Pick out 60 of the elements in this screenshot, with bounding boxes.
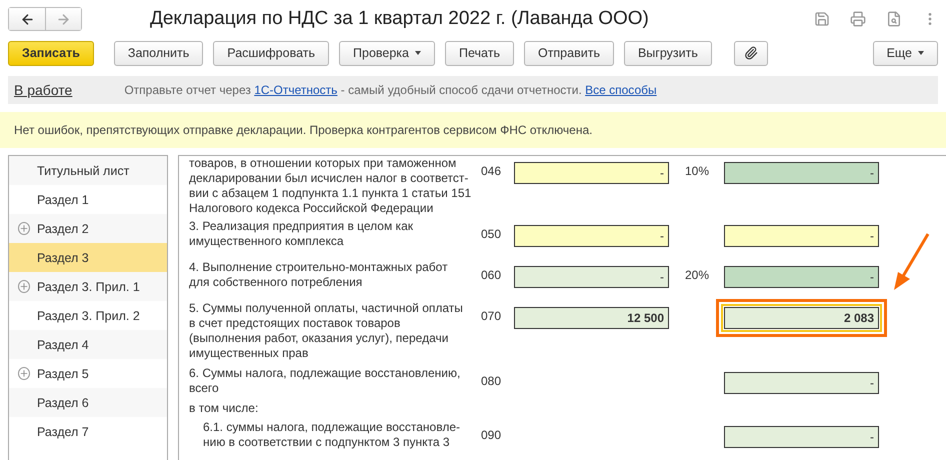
section-item[interactable]: Раздел 6 xyxy=(9,388,167,417)
amount-field[interactable]: - xyxy=(724,225,879,247)
row-label: 5. Суммы полученной оплаты, частичной оплаты в счет предстоящих поставок товаров (выполнения работ, оказания услуг), передачи имущественных прав xyxy=(189,301,464,361)
section-item[interactable]: Раздел 5 xyxy=(9,359,167,388)
section-item[interactable]: Раздел 7 xyxy=(9,417,167,446)
toolbar-button[interactable]: Отправить xyxy=(524,40,614,66)
info-message: Отправьте отчет через 1С-Отчетность - самый удобный способ сдачи отчетности. Все способы xyxy=(124,83,657,97)
info-link[interactable]: Все способы xyxy=(585,83,657,97)
section-item[interactable]: Титульный лист xyxy=(9,156,167,185)
arrow-right-icon xyxy=(56,12,71,26)
back-button[interactable] xyxy=(9,8,45,30)
info-link[interactable]: 1С-Отчетность xyxy=(254,83,338,97)
section-item[interactable]: Раздел 3 xyxy=(9,243,167,272)
toolbar-button[interactable]: Проверка xyxy=(339,40,436,66)
section-item[interactable]: Раздел 1 xyxy=(9,185,167,214)
amount-field[interactable]: - xyxy=(514,266,669,288)
paperclip-icon xyxy=(744,46,758,60)
line-code: 060 xyxy=(481,268,502,282)
pointer-arrow xyxy=(892,232,932,292)
status-link[interactable]: В работе xyxy=(14,82,72,98)
toolbar-button[interactable]: Печать xyxy=(445,40,514,66)
line-code: 070 xyxy=(481,309,502,323)
amount-field[interactable]: - xyxy=(724,266,879,288)
expand-icon[interactable] xyxy=(18,367,30,380)
print-icon[interactable] xyxy=(850,11,866,27)
tax-rate: 10% xyxy=(685,164,710,178)
toolbar-button[interactable]: Заполнить xyxy=(114,40,204,66)
preview-icon[interactable] xyxy=(886,11,902,27)
row-label: товаров, в отношении которых при таможенном декларировании был исчислен налог в соответст- вии с абзацем 1 подпункта 1.1 пункта 1 статьи 151 Налогового кодекса Российской Федерации xyxy=(189,156,472,216)
notice-text: Нет ошибок, препятствующих отправке декларации. Проверка контрагентов сервисом ФНС отключена. xyxy=(0,112,946,148)
line-code: 046 xyxy=(481,164,502,178)
section-item[interactable]: Раздел 4 xyxy=(9,330,167,359)
window-title: Декларация по НДС за 1 квартал 2022 г. (Лаванда ООО) xyxy=(150,8,650,30)
attach-button[interactable] xyxy=(734,40,768,66)
more-button[interactable]: Еще xyxy=(872,40,938,66)
expand-icon[interactable] xyxy=(18,222,30,235)
row-label: 6.1. суммы налога, подлежащие восстановле- нию в соответствии с подпунктом 3 пункта 3 xyxy=(202,420,461,450)
row-label: 4. Выполнение строительно-монтажных работ для собственного потребления xyxy=(189,260,449,290)
amount-field[interactable]: 12 500 xyxy=(514,307,669,329)
section-item[interactable]: Раздел 2 xyxy=(9,214,167,243)
line-code: 080 xyxy=(481,374,502,388)
section-item[interactable]: Раздел 3. Прил. 2 xyxy=(9,301,167,330)
line-code: 090 xyxy=(481,428,502,442)
save-icon[interactable] xyxy=(814,11,830,27)
amount-field[interactable]: 2 083 xyxy=(724,307,879,329)
tax-rate: 20% xyxy=(685,268,710,282)
toolbar-button[interactable]: Выгрузить xyxy=(624,40,712,66)
amount-field[interactable]: - xyxy=(724,426,879,448)
amount-field[interactable]: - xyxy=(514,225,669,247)
row-label: 3. Реализация предприятия в целом как имущественного комплекса xyxy=(189,219,414,249)
row-label: в том числе: xyxy=(189,401,260,416)
line-code: 050 xyxy=(481,227,502,241)
section-item[interactable]: Раздел 3. Прил. 1 xyxy=(9,272,167,301)
expand-icon[interactable] xyxy=(18,280,30,293)
amount-field[interactable]: - xyxy=(724,372,879,394)
amount-field[interactable]: - xyxy=(514,162,669,184)
amount-field[interactable]: - xyxy=(724,162,879,184)
save-button[interactable]: Записать xyxy=(8,40,94,66)
row-label: 6. Суммы налога, подлежащие восстановлению, всего xyxy=(189,366,462,396)
toolbar-button[interactable]: Расшифровать xyxy=(213,40,330,66)
